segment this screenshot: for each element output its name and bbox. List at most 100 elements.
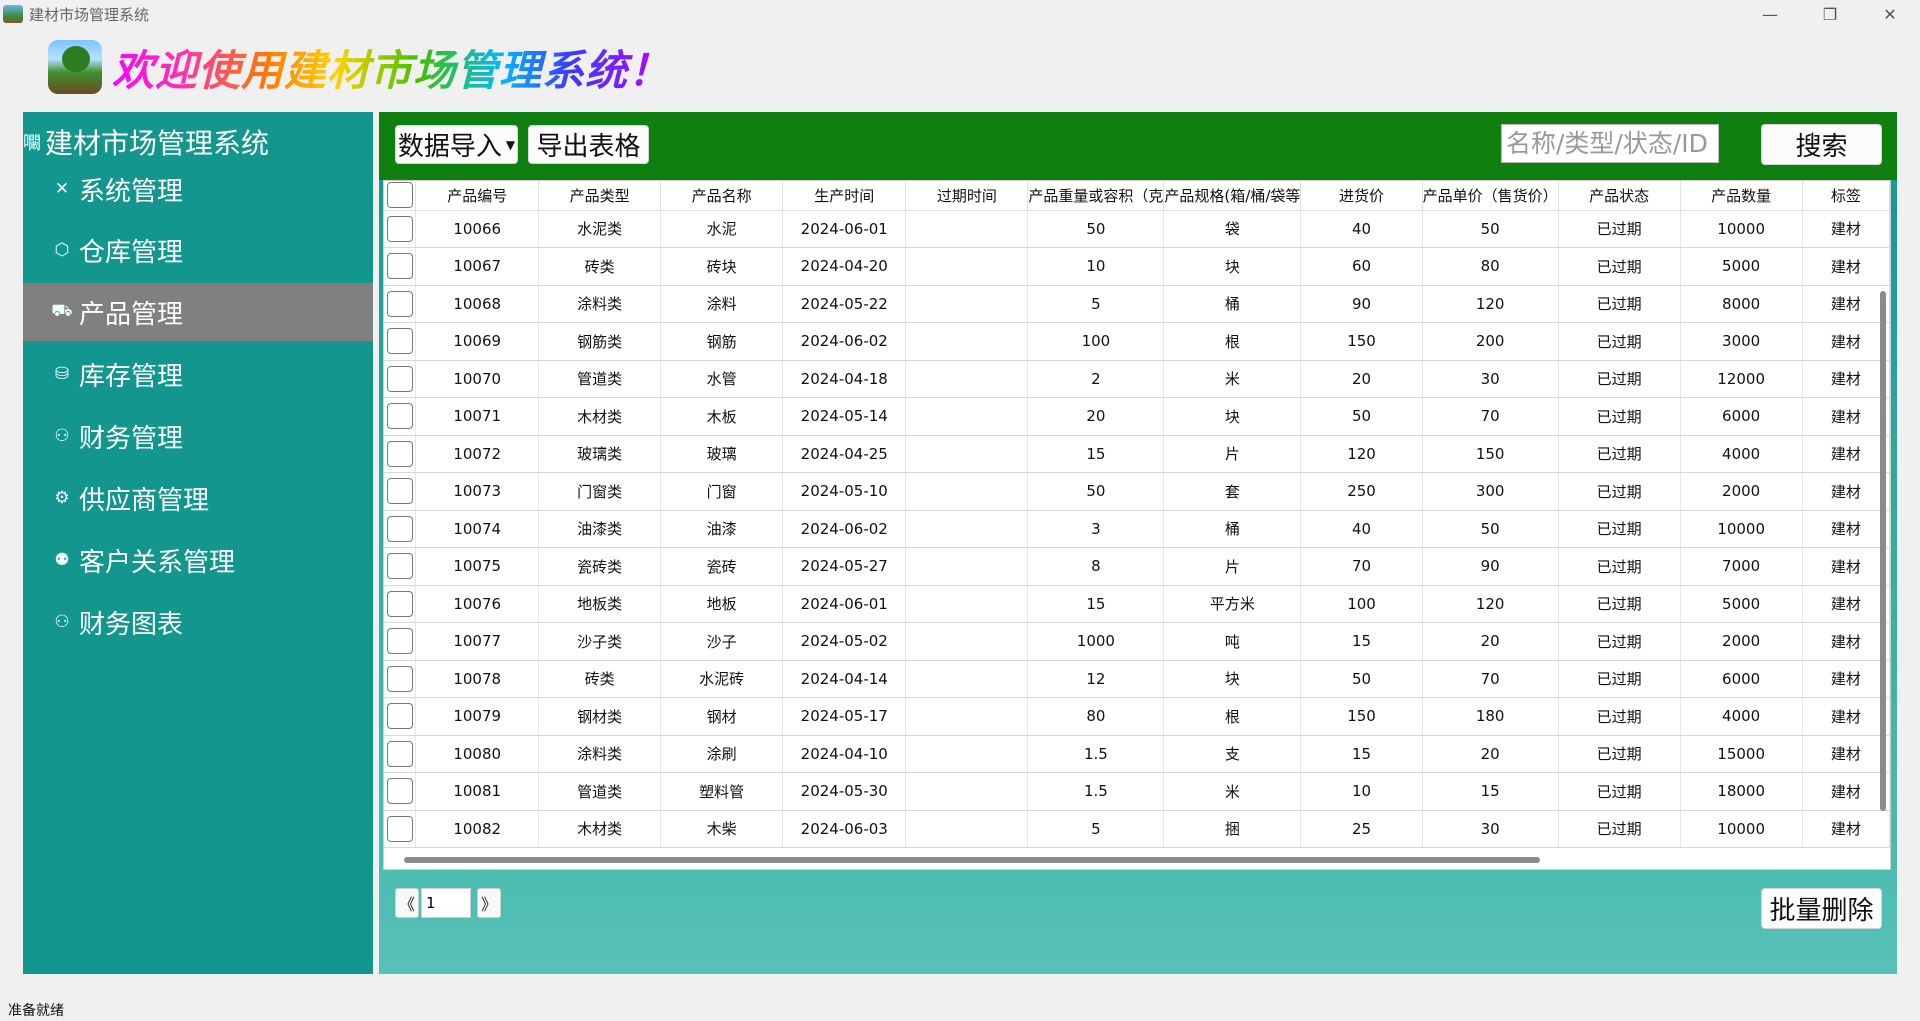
table-cell[interactable]: 2024-06-01 (782, 210, 907, 248)
table-cell[interactable]: 3 (1027, 510, 1165, 548)
table-cell[interactable]: 建材 (1802, 510, 1890, 548)
table-cell[interactable] (905, 547, 1029, 586)
table-cell[interactable]: 150 (1300, 322, 1423, 361)
table-cell[interactable]: 10070 (415, 360, 540, 398)
table-cell[interactable] (905, 360, 1029, 398)
table-cell[interactable]: 15 (1422, 772, 1559, 811)
table-cell[interactable]: 10066 (415, 210, 540, 248)
table-cell[interactable]: 建材 (1802, 772, 1890, 811)
table-cell[interactable] (905, 735, 1029, 773)
table-cell[interactable]: 2024-04-10 (782, 735, 907, 773)
table-cell[interactable]: 已过期 (1558, 510, 1681, 548)
table-cell[interactable]: 200 (1422, 322, 1559, 361)
table-row[interactable]: 10082 木材类 木柴 2024-06-03 5 捆 25 30 已过期 10000 建材 (384, 810, 1890, 848)
table-cell[interactable]: 管道类 (538, 360, 662, 398)
table-cell[interactable]: 已过期 (1558, 735, 1681, 773)
table-row[interactable]: 10067 砖类 砖块 2024-04-20 10 块 60 80 已过期 5000 建材 (384, 247, 1890, 286)
table-cell[interactable]: 2024-05-22 (782, 285, 907, 323)
table-cell[interactable]: 2024-06-01 (782, 585, 907, 623)
table-cell[interactable]: 已过期 (1558, 810, 1681, 848)
table-cell[interactable]: 15 (1027, 585, 1165, 623)
table-cell[interactable]: 50 (1027, 472, 1165, 511)
table-cell[interactable]: 建材 (1802, 547, 1890, 586)
minimize-icon[interactable]: — (1740, 0, 1800, 28)
table-row[interactable]: 10071 木材类 木板 2024-05-14 20 块 50 70 已过期 6000 建材 (384, 397, 1890, 436)
table-cell[interactable]: 7000 (1680, 547, 1803, 586)
table-cell[interactable]: 12000 (1680, 360, 1803, 398)
table-cell[interactable]: 2024-04-14 (782, 660, 907, 698)
table-cell[interactable]: 60 (1300, 247, 1423, 286)
table-row[interactable]: 10076 地板类 地板 2024-06-01 15 平方米 100 120 已过期 5000 建材 (384, 585, 1890, 623)
table-cell[interactable]: 50 (1422, 510, 1559, 548)
table-cell[interactable]: 15 (1027, 435, 1165, 473)
sidebar-item-0[interactable]: ✕ 系统管理 (23, 160, 373, 218)
table-cell[interactable]: 10000 (1680, 210, 1803, 248)
table-cell[interactable]: 涂料类 (538, 285, 662, 323)
table-cell[interactable]: 10073 (415, 472, 540, 511)
table-cell[interactable]: 涂料 (660, 285, 784, 323)
table-cell[interactable]: 20 (1027, 397, 1165, 436)
table-cell[interactable] (905, 510, 1029, 548)
row-checkbox[interactable] (386, 253, 413, 280)
table-cell[interactable]: 2024-05-27 (782, 547, 907, 586)
table-cell[interactable]: 10000 (1680, 810, 1803, 848)
table-cell[interactable]: 建材 (1802, 247, 1890, 286)
table-cell[interactable]: 10 (1300, 772, 1423, 811)
table-cell[interactable]: 油漆 (660, 510, 784, 548)
table-row[interactable]: 10068 涂料类 涂料 2024-05-22 5 桶 90 120 已过期 8000 建材 (384, 285, 1890, 323)
table-cell[interactable]: 水泥类 (538, 210, 662, 248)
row-checkbox[interactable] (386, 628, 413, 655)
table-cell[interactable]: 80 (1027, 697, 1165, 736)
sidebar-item-3[interactable]: ⛁ 库存管理 (23, 345, 373, 403)
next-page-button[interactable]: 》 (477, 888, 501, 918)
column-header[interactable]: 产品编号 (415, 181, 540, 211)
table-cell[interactable]: 70 (1422, 660, 1559, 698)
table-cell[interactable] (905, 622, 1029, 661)
prev-page-button[interactable]: 《 (395, 888, 419, 918)
table-cell[interactable]: 钢材类 (538, 697, 662, 736)
table-cell[interactable]: 1.5 (1027, 772, 1165, 811)
table-cell[interactable]: 片 (1163, 547, 1302, 586)
table-cell[interactable]: 片 (1163, 435, 1302, 473)
table-row[interactable]: 10077 沙子类 沙子 2024-05-02 1000 吨 15 20 已过期 2000 建材 (384, 622, 1890, 661)
table-row[interactable]: 10080 涂料类 涂刷 2024-04-10 1.5 支 15 20 已过期 15000 建材 (384, 735, 1890, 773)
table-cell[interactable]: 15 (1300, 735, 1423, 773)
table-cell[interactable]: 10082 (415, 810, 540, 848)
table-cell[interactable] (905, 772, 1029, 811)
table-cell[interactable]: 吨 (1163, 622, 1302, 661)
table-cell[interactable]: 钢筋类 (538, 322, 662, 361)
table-cell[interactable]: 已过期 (1558, 772, 1681, 811)
column-header[interactable]: 产品名称 (660, 181, 784, 211)
table-row[interactable]: 10081 管道类 塑料管 2024-05-30 1.5 米 10 15 已过期 18000 建材 (384, 772, 1890, 811)
table-cell[interactable] (905, 322, 1029, 361)
sidebar-item-1[interactable]: ⬡ 仓库管理 (23, 221, 373, 279)
table-cell[interactable]: 10076 (415, 585, 540, 623)
table-cell[interactable]: 建材 (1802, 697, 1890, 736)
table-cell[interactable]: 300 (1422, 472, 1559, 511)
table-cell[interactable]: 已过期 (1558, 585, 1681, 623)
table-cell[interactable]: 已过期 (1558, 660, 1681, 698)
table-cell[interactable]: 玻璃类 (538, 435, 662, 473)
page-number-input[interactable] (421, 888, 471, 918)
sidebar-item-5[interactable]: ⚙ 供应商管理 (23, 469, 373, 527)
data-import-dropdown[interactable]: 数据导入 ▼ (395, 125, 518, 164)
table-cell[interactable]: 120 (1422, 585, 1559, 623)
table-cell[interactable]: 门窗类 (538, 472, 662, 511)
table-cell[interactable]: 2 (1027, 360, 1165, 398)
select-all-checkbox[interactable] (386, 182, 413, 209)
table-cell[interactable]: 5000 (1680, 585, 1803, 623)
table-cell[interactable]: 建材 (1802, 472, 1890, 511)
column-header[interactable]: 产品重量或容积（克 (1027, 181, 1165, 211)
table-row[interactable]: 10072 玻璃类 玻璃 2024-04-25 15 片 120 150 已过期 4000 建材 (384, 435, 1890, 473)
row-checkbox[interactable] (386, 403, 413, 430)
table-cell[interactable]: 4000 (1680, 697, 1803, 736)
table-cell[interactable]: 100 (1300, 585, 1423, 623)
table-cell[interactable]: 80 (1422, 247, 1559, 286)
row-checkbox[interactable] (386, 290, 413, 317)
table-cell[interactable]: 5000 (1680, 247, 1803, 286)
table-cell[interactable]: 10078 (415, 660, 540, 698)
column-header[interactable]: 产品类型 (538, 181, 662, 211)
table-cell[interactable]: 90 (1422, 547, 1559, 586)
table-cell[interactable]: 2024-04-18 (782, 360, 907, 398)
table-cell[interactable]: 4000 (1680, 435, 1803, 473)
